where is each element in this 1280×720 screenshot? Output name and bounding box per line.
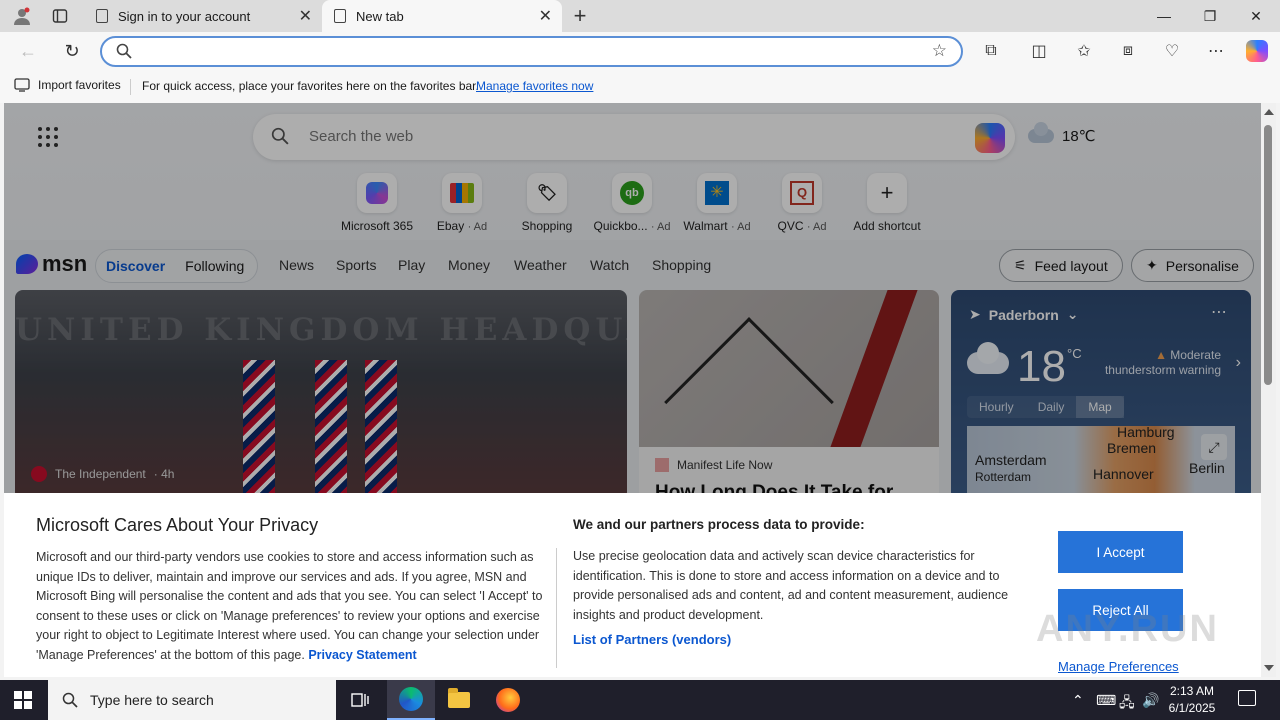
chevron-up-icon[interactable]: ⌃ xyxy=(1072,692,1084,709)
tab-actions-icon[interactable] xyxy=(46,4,74,28)
title-bar: Sign in to your account ✕ New tab ✕ + — … xyxy=(0,0,1280,32)
windows-start-icon[interactable] xyxy=(14,691,32,709)
address-bar[interactable]: ☆ xyxy=(100,36,963,67)
divider xyxy=(130,79,131,95)
profile-icon[interactable] xyxy=(8,4,36,28)
accept-button[interactable]: I Accept xyxy=(1058,531,1183,573)
taskbar-search-placeholder: Type here to search xyxy=(90,692,214,708)
device-icon[interactable]: ⌨ xyxy=(1096,692,1116,709)
search-icon xyxy=(116,43,132,59)
restore-button[interactable]: ❐ xyxy=(1187,0,1233,32)
scroll-thumb[interactable] xyxy=(1264,125,1272,385)
privacy-body-text: Microsoft and our third-party vendors us… xyxy=(36,550,543,662)
tab-label: Sign in to your account xyxy=(118,8,251,24)
page-icon xyxy=(96,9,108,23)
browser-essentials-icon[interactable]: ♡ xyxy=(1160,40,1184,62)
clock-time: 2:13 AM xyxy=(1169,684,1215,698)
favorites-icon[interactable]: ✩ xyxy=(1072,40,1096,62)
clock-date: 6/1/2025 xyxy=(1168,701,1216,715)
scroll-up-icon[interactable] xyxy=(1264,109,1274,115)
firefox-icon[interactable] xyxy=(484,680,532,720)
back-button[interactable]: ← xyxy=(15,39,41,63)
volume-icon[interactable]: 🔊 xyxy=(1142,692,1159,709)
browser-toolbar: ← ↻ ☆ ⧉ ◫ ✩ ⧈ ♡ ⋯ xyxy=(0,32,1280,70)
minimize-button[interactable]: — xyxy=(1141,0,1187,32)
close-tab-icon[interactable]: ✕ xyxy=(299,6,312,26)
data-purpose-body: Use precise geolocation data and activel… xyxy=(573,549,1009,622)
import-icon xyxy=(14,78,30,92)
modal-dim-overlay xyxy=(4,103,1261,493)
file-explorer-icon[interactable] xyxy=(435,680,483,720)
address-input[interactable] xyxy=(142,42,922,62)
copilot-icon[interactable] xyxy=(1245,40,1269,62)
collections-icon[interactable]: ⧈ xyxy=(1116,40,1140,62)
divider xyxy=(556,548,557,668)
vertical-scrollbar[interactable] xyxy=(1261,103,1276,677)
privacy-statement-link[interactable]: Privacy Statement xyxy=(308,648,416,662)
notification-icon[interactable] xyxy=(1238,690,1256,706)
import-favorites-button[interactable]: Import favorites xyxy=(14,78,121,92)
refresh-button[interactable]: ↻ xyxy=(59,39,85,63)
search-icon xyxy=(62,692,78,708)
close-tab-icon[interactable]: ✕ xyxy=(539,6,552,26)
settings-more-icon[interactable]: ⋯ xyxy=(1204,40,1228,62)
privacy-body: Microsoft and our third-party vendors us… xyxy=(36,548,546,665)
manage-favorites-link[interactable]: Manage favorites now xyxy=(476,79,593,93)
tab-sign-in[interactable]: Sign in to your account ✕ xyxy=(84,0,322,32)
task-view-icon[interactable] xyxy=(336,680,384,720)
anyrun-watermark: ANY.RUN xyxy=(1036,608,1219,650)
taskbar-search[interactable]: Type here to search xyxy=(48,680,336,720)
data-purpose-title: We and our partners process data to prov… xyxy=(573,517,865,532)
privacy-title: Microsoft Cares About Your Privacy xyxy=(36,515,319,535)
network-icon[interactable]: 🖧 xyxy=(1119,692,1135,716)
extensions-icon[interactable]: ⧉ xyxy=(979,40,1003,62)
partners-list-link[interactable]: List of Partners (vendors) xyxy=(573,632,731,647)
page-icon xyxy=(334,9,346,23)
tab-new-tab[interactable]: New tab ✕ xyxy=(322,0,562,32)
favorites-bar-message: For quick access, place your favorites h… xyxy=(142,79,479,93)
import-favorites-label: Import favorites xyxy=(38,78,121,92)
edge-taskbar-icon[interactable] xyxy=(387,680,435,720)
system-clock[interactable]: 2:13 AM 6/1/2025 xyxy=(1162,683,1222,717)
favorites-bar: Import favorites For quick access, place… xyxy=(0,70,1280,103)
manage-preferences-link[interactable]: Manage Preferences xyxy=(1058,659,1179,674)
split-screen-icon[interactable]: ◫ xyxy=(1027,40,1051,62)
close-window-button[interactable]: ✕ xyxy=(1233,0,1279,32)
favorite-star-icon[interactable]: ☆ xyxy=(932,41,947,61)
tab-label: New tab xyxy=(356,8,404,24)
taskbar: Type here to search ⌃ ⌨ 🖧 🔊 2:13 AM 6/1/… xyxy=(0,680,1280,720)
new-tab-button[interactable]: + xyxy=(568,3,592,29)
scroll-down-icon[interactable] xyxy=(1264,665,1274,671)
